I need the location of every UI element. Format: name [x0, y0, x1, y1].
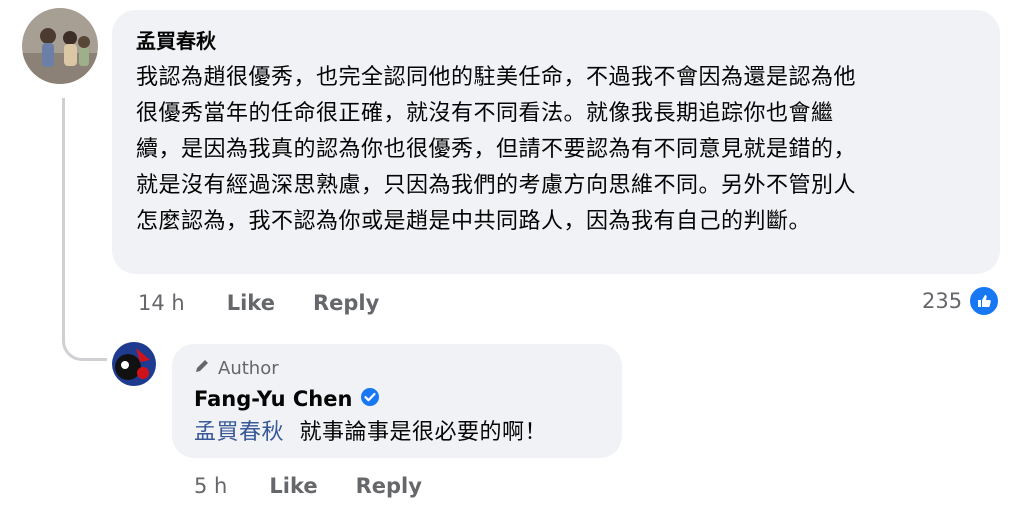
comment-actions: 14 h Like Reply: [138, 289, 417, 317]
comment-line: 續，是因為我真的認為你也很優秀，但請不要認為有不同意見就是錯的，: [136, 137, 857, 162]
thumbs-up-icon: [968, 285, 1001, 317]
comment-line: 怎麼認為，我不認為你或是趙是中共同路人，因為我有自己的判斷。: [136, 209, 812, 234]
comment-line: 就是沒有經過深思熟慮，只因為我們的考慮方向思維不同。另外不管別人: [136, 173, 857, 198]
comment-bubble: 孟買春秋 我認為趙很優秀，也完全認同他的駐美任命，不過我不會因為還是認為他 很優…: [112, 10, 1000, 274]
reply-text-row: 孟買春秋 就事論事是很必要的啊！: [194, 416, 600, 450]
mention-link[interactable]: 孟買春秋: [194, 420, 284, 445]
comment-text: 我認為趙很優秀，也完全認同他的駐美任命，不過我不會因為還是認為他 很優秀當年的任…: [136, 60, 976, 240]
reply-button[interactable]: Reply: [313, 291, 379, 315]
reply-like-button[interactable]: Like: [269, 474, 317, 498]
like-button[interactable]: Like: [227, 291, 275, 315]
author-badge-label: Author: [218, 357, 279, 379]
comment-line: 很優秀當年的任命很正確，就沒有不同看法。就像我長期追踪你也會繼: [136, 101, 834, 126]
reply-author-row: Fang-Yu Chen: [194, 384, 600, 414]
reply-text: 就事論事是很必要的啊！: [299, 420, 548, 445]
reply-author-avatar[interactable]: [110, 340, 158, 388]
pencil-icon: [194, 358, 210, 379]
comment-line: 我認為趙很優秀，也完全認同他的駐美任命，不過我不會因為還是認為他: [136, 65, 857, 90]
author-badge: Author: [194, 356, 600, 380]
commenter-avatar[interactable]: [22, 8, 98, 84]
thread-connector: [62, 98, 107, 361]
comment-author-name[interactable]: 孟買春秋: [136, 28, 976, 54]
reaction-count: 235: [922, 289, 963, 313]
reaction-summary[interactable]: 235: [922, 285, 1001, 317]
reply-timestamp[interactable]: 5 h: [194, 474, 227, 498]
verified-badge-icon: [360, 387, 380, 411]
reply-reply-button[interactable]: Reply: [356, 474, 422, 498]
reply-actions: 5 h Like Reply: [194, 472, 460, 500]
reply-bubble: Author Fang-Yu Chen 孟買春秋 就事論事是很必要的啊！: [172, 344, 622, 458]
comment-timestamp[interactable]: 14 h: [138, 291, 185, 315]
reply-author-name[interactable]: Fang-Yu Chen: [194, 386, 352, 412]
